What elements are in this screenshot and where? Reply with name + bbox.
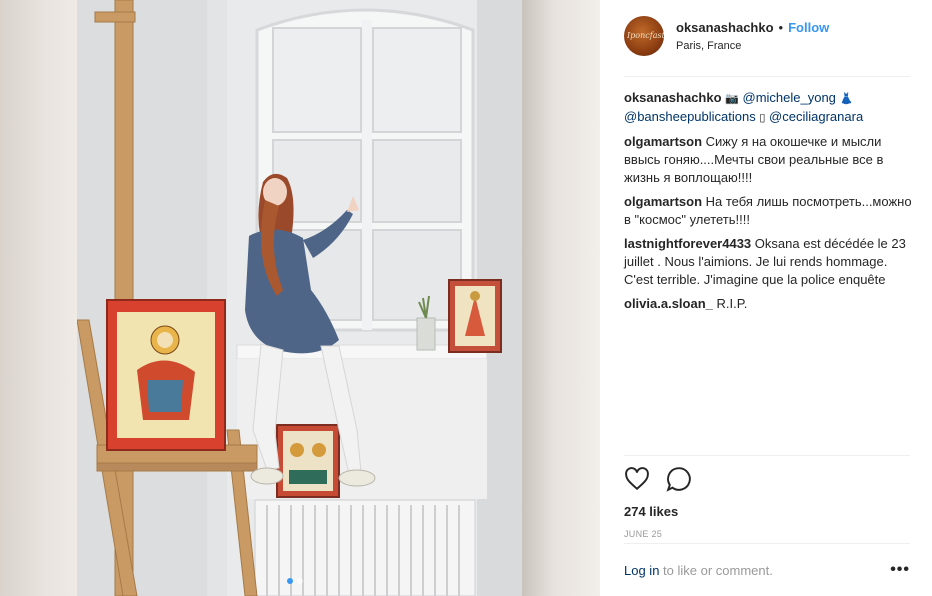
camera-icon: 📷: [725, 93, 739, 105]
right-background: [522, 0, 600, 596]
carousel-dot-active[interactable]: [287, 578, 293, 584]
post-actions: 274 likes JUNE 25: [624, 455, 910, 539]
comment-username[interactable]: olivia.a.sloan_: [624, 296, 713, 311]
caption-username[interactable]: oksanashachko: [624, 90, 722, 105]
comment-username[interactable]: lastnightforever4433: [624, 236, 751, 251]
action-buttons: [624, 466, 910, 492]
post-header: Iponcfast oksanashachko • Follow Paris, …: [624, 16, 910, 77]
like-count[interactable]: 274 likes: [624, 504, 910, 519]
list-item: lastnightforever4433 Oksana est décédée …: [624, 235, 914, 289]
carousel-dot[interactable]: [297, 578, 303, 584]
list-item: olgamartson На тебя лишь посмотреть...мо…: [624, 193, 914, 229]
list-item: olgamartson Сижу я на окошечке и мысли в…: [624, 133, 914, 187]
dress-icon: 👗: [839, 93, 854, 105]
photo-illustration: [77, 0, 522, 596]
list-item: olivia.a.sloan_ R.I.P.: [624, 295, 914, 313]
header-bullet: •: [778, 20, 784, 35]
location-link[interactable]: Paris, France: [676, 40, 829, 52]
avatar[interactable]: Iponcfast: [624, 16, 664, 56]
caption-tag-banshee[interactable]: @bansheepublications: [624, 109, 756, 124]
login-link[interactable]: Log in: [624, 563, 659, 578]
post-date[interactable]: JUNE 25: [624, 529, 910, 539]
comment-username[interactable]: olgamartson: [624, 194, 702, 209]
header-line: oksanashachko • Follow: [676, 20, 829, 35]
more-options-button[interactable]: •••: [890, 561, 910, 579]
header-username[interactable]: oksanashachko: [676, 20, 774, 35]
header-text: oksanashachko • Follow Paris, France: [676, 20, 829, 52]
login-footer: Log in to like or comment. •••: [624, 543, 910, 596]
heart-icon[interactable]: [624, 466, 650, 492]
caption: oksanashachko 📷 @michele_yong 👗 @banshee…: [624, 89, 914, 127]
comment-text: R.I.P.: [716, 296, 748, 311]
login-suffix: to like or comment.: [659, 562, 773, 578]
follow-button[interactable]: Follow: [788, 20, 829, 35]
login-prompt: Log in to like or comment.: [624, 563, 773, 578]
comment-icon[interactable]: [666, 466, 692, 492]
avatar-text: Iponcfast: [627, 31, 664, 40]
comments-list: oksanashachko 📷 @michele_yong 👗 @banshee…: [624, 89, 914, 319]
caption-tag-cecilia[interactable]: @ceciliagranara: [769, 109, 863, 124]
caption-tag-michele[interactable]: @michele_yong: [743, 90, 836, 105]
carousel-indicator: [287, 578, 303, 584]
left-background: [0, 0, 77, 596]
post-photo[interactable]: [77, 0, 522, 596]
box-icon: ▯: [759, 112, 766, 124]
comment-username[interactable]: olgamartson: [624, 134, 702, 149]
post-side-panel: Iponcfast oksanashachko • Follow Paris, …: [600, 0, 932, 596]
